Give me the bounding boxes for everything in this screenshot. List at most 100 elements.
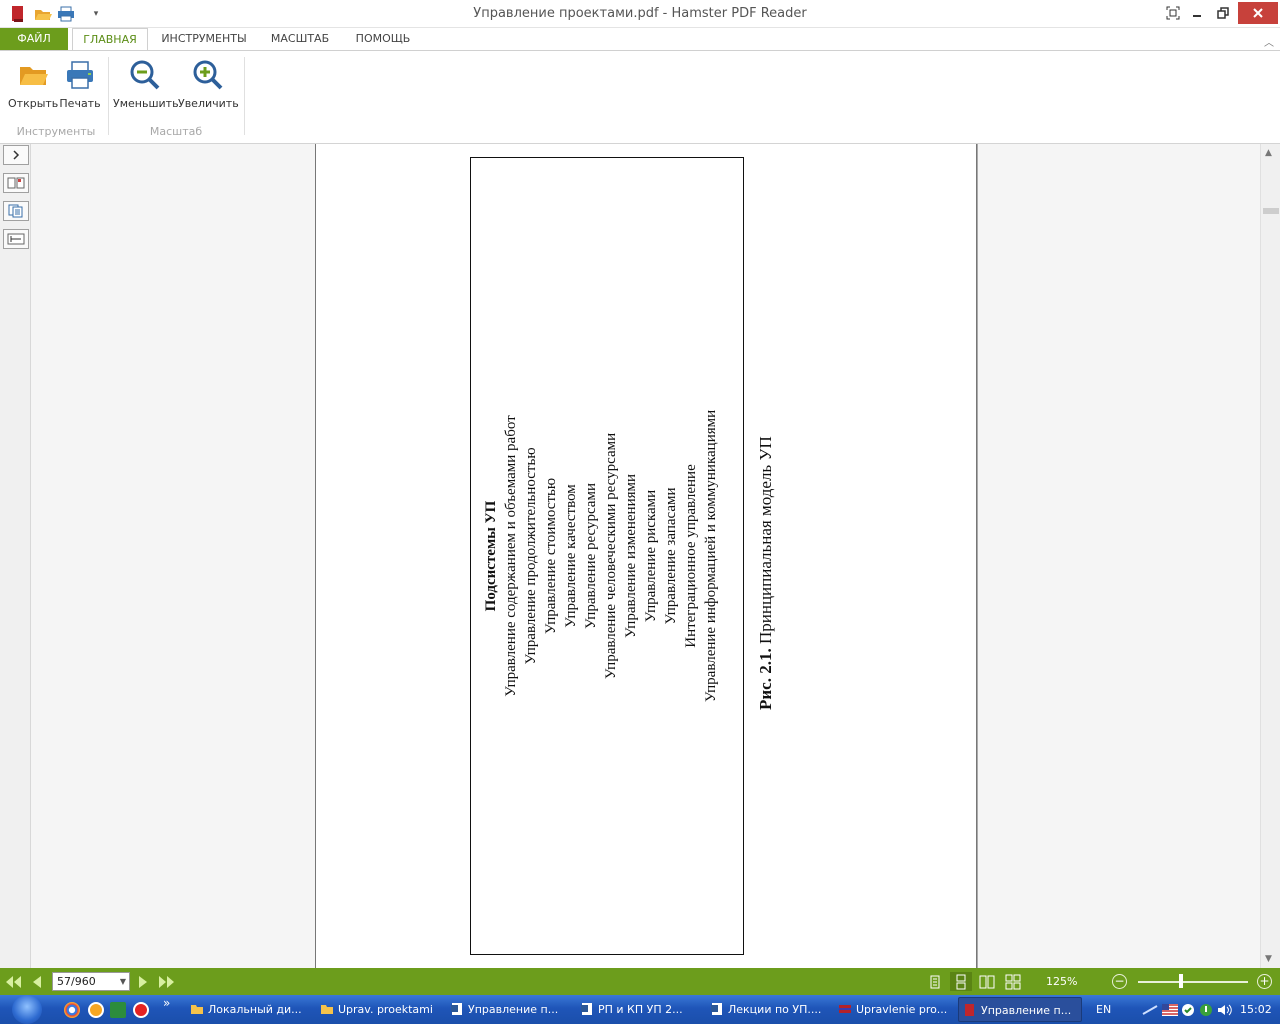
- view-single-page-button[interactable]: [924, 972, 946, 991]
- figure-item: Интеграционное управление: [683, 464, 699, 648]
- collapse-ribbon-icon[interactable]: ︿: [1264, 34, 1274, 49]
- taskbar-item[interactable]: Лекции по УП....: [706, 997, 830, 1022]
- ribbon-group-separator: [108, 57, 109, 135]
- figure-item: Управление информацией и коммуникациями: [703, 409, 719, 703]
- zoom-plus-icon[interactable]: +: [1257, 974, 1272, 989]
- facing-continuous-icon: [1005, 974, 1021, 989]
- us-flag-icon[interactable]: [1162, 995, 1178, 1024]
- chevron-right-icon: [13, 150, 20, 160]
- pages-button[interactable]: [3, 201, 29, 221]
- first-page-icon: [6, 976, 21, 988]
- thumbnails-button[interactable]: [3, 173, 29, 193]
- status-bar: 57/960 ▼ 125% − +: [0, 968, 1280, 995]
- vertical-scrollbar[interactable]: ▲ ▼: [1260, 144, 1280, 968]
- print-button[interactable]: Печать: [58, 59, 102, 110]
- figure-item: Управление содержанием и объемами работ: [503, 415, 519, 697]
- view-continuous-button[interactable]: [950, 972, 972, 991]
- thumbnails-icon: [7, 177, 25, 189]
- folder-icon: [191, 1005, 203, 1014]
- taskbar-item-label: Управление п...: [981, 1004, 1072, 1017]
- facing-pages-icon: [979, 975, 995, 988]
- taskbar-item-label: Локальный ди...: [208, 1003, 302, 1016]
- mail-icon[interactable]: [88, 1002, 104, 1018]
- continuous-page-icon: [956, 974, 966, 989]
- prev-page-button[interactable]: [28, 973, 46, 991]
- tab-help[interactable]: ПОМОЩЬ: [348, 28, 418, 50]
- pdf-reader-icon: [965, 1004, 974, 1016]
- figure-caption-label: Рис. 2.1.: [756, 648, 775, 710]
- taskbar-item-label: Управление п...: [468, 1003, 559, 1016]
- network-icon[interactable]: [1142, 995, 1158, 1024]
- view-facing-button[interactable]: [976, 972, 998, 991]
- taskbar-item[interactable]: Управление п...: [446, 997, 570, 1022]
- figure-item: Управление рисками: [643, 489, 659, 623]
- chrome-icon[interactable]: [64, 1002, 80, 1018]
- security-check-icon[interactable]: [1181, 995, 1195, 1024]
- scroll-down-icon[interactable]: ▼: [1265, 954, 1272, 964]
- more-shortcuts-icon[interactable]: »: [163, 989, 170, 1018]
- scroll-up-icon[interactable]: ▲: [1265, 148, 1272, 158]
- page-number-field[interactable]: 57/960 ▼: [52, 972, 130, 991]
- language-indicator[interactable]: EN: [1096, 995, 1111, 1024]
- tab-zoom[interactable]: МАСШТАБ: [264, 28, 336, 50]
- first-page-button[interactable]: [4, 973, 22, 991]
- zoom-slider-thumb[interactable]: [1179, 974, 1183, 988]
- pdf-page: Подсистемы УП Управление содержанием и о…: [315, 144, 977, 968]
- expand-panel-button[interactable]: [3, 145, 29, 165]
- figure-item: Управление человеческими ресурсами: [603, 432, 619, 680]
- yandex-browser-icon[interactable]: [133, 1002, 149, 1018]
- app-shortcut-icon[interactable]: [110, 1002, 126, 1018]
- zoom-in-icon: [193, 60, 223, 90]
- next-page-button[interactable]: [134, 973, 152, 991]
- printer-icon: [67, 61, 93, 89]
- figure-caption: Рис. 2.1. Принципиальная модель УП: [756, 436, 776, 710]
- start-button[interactable]: [12, 995, 42, 1024]
- volume-icon[interactable]: [1217, 995, 1233, 1024]
- ribbon-tabs: ФАЙЛ ГЛАВНАЯ ИНСТРУМЕНТЫ МАСШТАБ ПОМОЩЬ …: [0, 28, 1280, 51]
- taskbar-item-label: Лекции по УП....: [728, 1003, 822, 1016]
- word-document-icon: [581, 1003, 592, 1015]
- zoom-slider[interactable]: [1138, 981, 1248, 983]
- figure-frame: Подсистемы УП Управление содержанием и о…: [470, 157, 744, 955]
- prev-page-icon: [33, 976, 41, 988]
- tab-file[interactable]: ФАЙЛ: [0, 28, 68, 50]
- taskbar-item[interactable]: Upravlenie pro...: [834, 997, 954, 1022]
- taskbar-item-label: Uprav. proektami: [338, 1003, 433, 1016]
- zoom-minus-icon[interactable]: −: [1112, 974, 1127, 989]
- scrollbar-thumb[interactable]: [1263, 208, 1279, 214]
- clock[interactable]: 15:02: [1240, 995, 1272, 1024]
- title-bar: ▾ Управление проектами.pdf - Hamster PDF…: [0, 0, 1280, 28]
- zoom-in-button[interactable]: Увеличить: [178, 59, 239, 110]
- group-label-tools: Инструменты: [16, 125, 96, 138]
- taskbar-item[interactable]: Локальный ди...: [186, 997, 310, 1022]
- tab-tools[interactable]: ИНСТРУМЕНТЫ: [158, 28, 250, 50]
- bookmarks-icon: [7, 233, 25, 245]
- single-page-icon: [930, 975, 940, 988]
- taskbar-item-active[interactable]: Управление п...: [958, 997, 1082, 1022]
- figure-item: Управление продолжительностью: [523, 447, 539, 665]
- document-viewport[interactable]: Подсистемы УП Управление содержанием и о…: [31, 144, 1260, 968]
- pages-icon: [8, 204, 23, 218]
- figure-caption-text: Принципиальная модель УП: [756, 436, 775, 645]
- page-number-value: 57/960: [57, 975, 96, 988]
- taskbar-item[interactable]: РП и КП УП 2...: [576, 997, 700, 1022]
- last-page-icon: [159, 976, 174, 988]
- zoom-out-icon: [130, 60, 160, 90]
- zoom-level[interactable]: 125%: [1046, 975, 1077, 988]
- close-button[interactable]: [1238, 2, 1278, 24]
- word-document-icon: [451, 1003, 462, 1015]
- print-label: Печать: [59, 97, 101, 110]
- chevron-down-icon[interactable]: ▼: [120, 973, 126, 990]
- open-button[interactable]: Открыть: [8, 59, 58, 110]
- tab-home[interactable]: ГЛАВНАЯ: [72, 28, 148, 51]
- zoom-out-button[interactable]: Уменьшить: [113, 59, 179, 110]
- figure-item: Управление запасами: [663, 487, 679, 625]
- taskbar-item[interactable]: Uprav. proektami: [316, 997, 440, 1022]
- figure-item: Управление изменениями: [623, 473, 639, 639]
- taskbar-item-label: РП и КП УП 2...: [598, 1003, 683, 1016]
- bookmarks-button[interactable]: [3, 229, 29, 249]
- restore-button[interactable]: [1208, 2, 1238, 24]
- update-icon[interactable]: [1199, 995, 1213, 1024]
- view-facing-continuous-button[interactable]: [1002, 972, 1024, 991]
- figure-item: Управление ресурсами: [583, 483, 599, 629]
